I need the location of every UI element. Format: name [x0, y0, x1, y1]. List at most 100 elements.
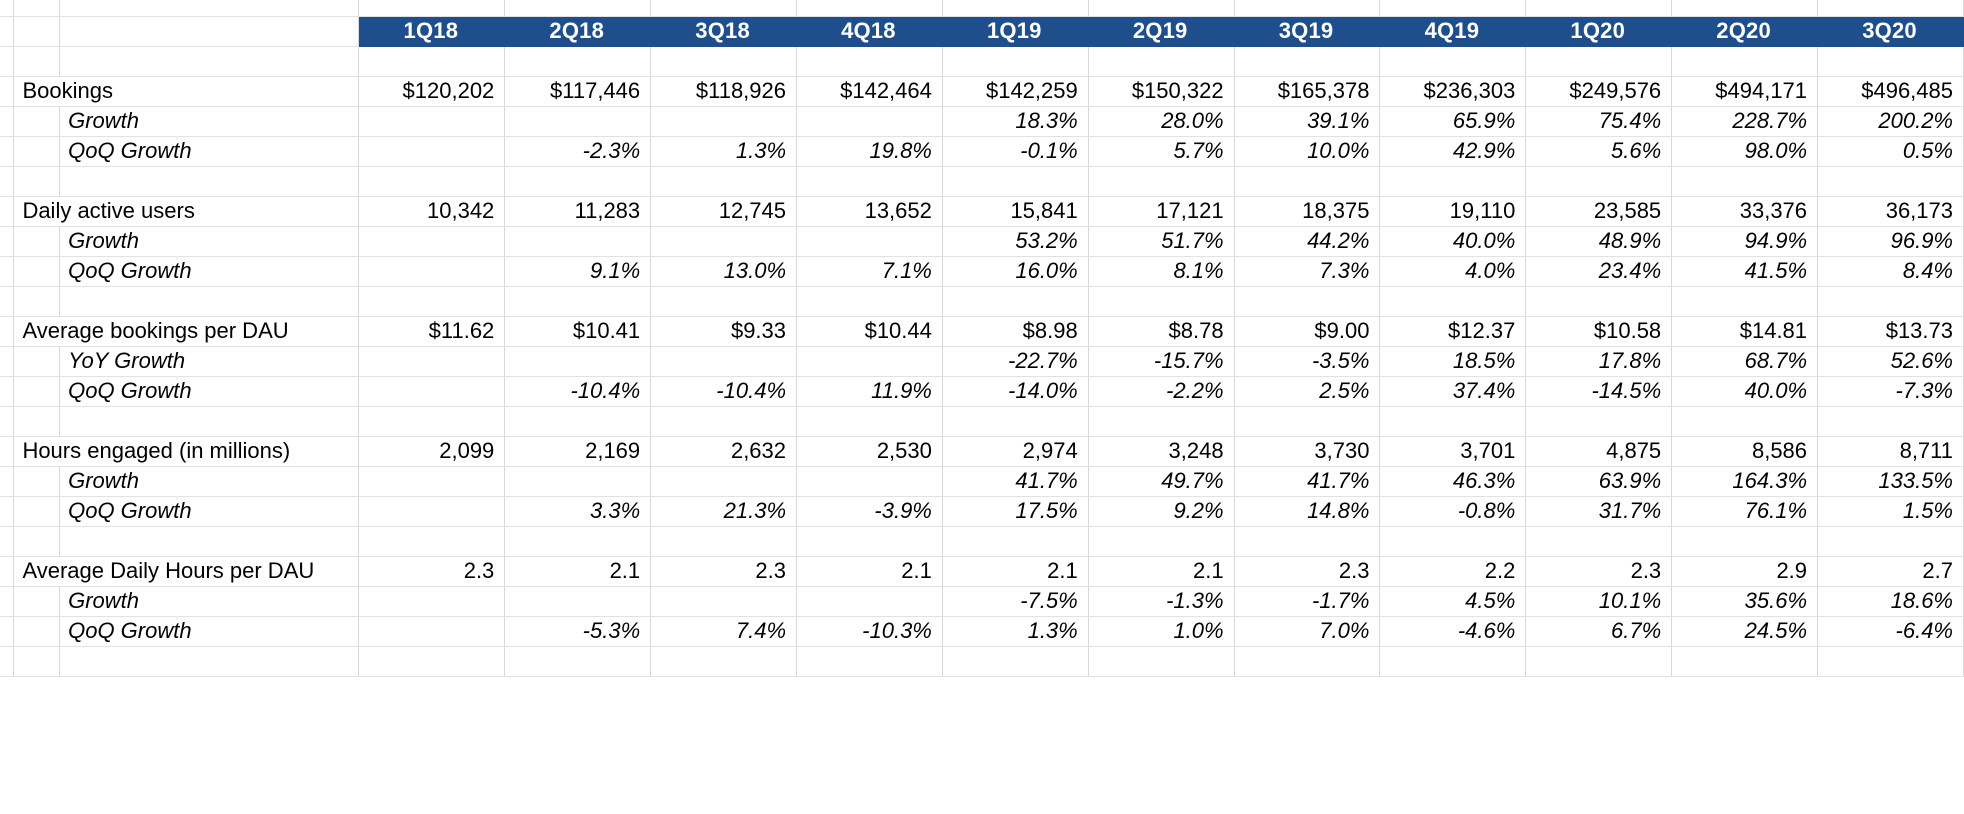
metric-sublabel-qoq-growth[interactable]: QoQ Growth [59, 496, 360, 527]
cell-average-daily-hours-per-dau-1q18[interactable]: 2.3 [358, 556, 506, 587]
spacer-label-cell[interactable] [59, 526, 360, 557]
cell-qoq-growth-3q18[interactable]: -10.4% [650, 376, 798, 407]
cell-growth-1q20[interactable]: 63.9% [1525, 466, 1673, 497]
cell-qoq-growth-3q18[interactable]: 21.3% [650, 496, 798, 527]
cell-yoy-growth-3q20[interactable]: 52.6% [1817, 346, 1964, 377]
cell-qoq-growth-4q19[interactable]: 37.4% [1379, 376, 1527, 407]
cell-growth-2q20[interactable]: 164.3% [1671, 466, 1819, 497]
spacer-cell[interactable] [358, 406, 506, 437]
metric-sublabel-qoq-growth[interactable]: QoQ Growth [59, 256, 360, 287]
cell-average-bookings-per-dau-3q20[interactable]: $13.73 [1817, 316, 1964, 347]
cell-growth-4q19[interactable]: 4.5% [1379, 586, 1527, 617]
spacer-cell[interactable] [942, 46, 1089, 77]
cell-bookings-4q18[interactable]: $142,464 [796, 76, 943, 107]
cell-qoq-growth-1q18[interactable] [358, 496, 506, 527]
spacer-cell[interactable] [504, 526, 652, 557]
spacer-cell[interactable] [504, 646, 652, 677]
cell-growth-4q18[interactable] [796, 586, 943, 617]
cell-qoq-growth-3q18[interactable]: 13.0% [650, 256, 798, 287]
cell-average-bookings-per-dau-1q20[interactable]: $10.58 [1525, 316, 1673, 347]
spacer-cell[interactable] [1088, 406, 1235, 437]
cell-qoq-growth-1q19[interactable]: 17.5% [942, 496, 1089, 527]
cell-qoq-growth-3q18[interactable]: 1.3% [650, 136, 798, 167]
cell-qoq-growth-1q18[interactable] [358, 376, 506, 407]
cell-qoq-growth-4q18[interactable]: -10.3% [796, 616, 943, 647]
cell-yoy-growth-4q19[interactable]: 18.5% [1379, 346, 1527, 377]
spacer-cell[interactable] [1088, 526, 1235, 557]
cell-hours-engaged-in-millions-3q18[interactable]: 2,632 [650, 436, 798, 467]
cell-qoq-growth-2q18[interactable]: 9.1% [504, 256, 652, 287]
cell-average-bookings-per-dau-2q20[interactable]: $14.81 [1671, 316, 1819, 347]
column-header-2q20[interactable]: 2Q20 [1671, 16, 1819, 47]
cell-hours-engaged-in-millions-2q20[interactable]: 8,586 [1671, 436, 1819, 467]
metric-sublabel-growth[interactable]: Growth [59, 226, 360, 257]
cell-average-bookings-per-dau-4q18[interactable]: $10.44 [796, 316, 943, 347]
cell-daily-active-users-4q19[interactable]: 19,110 [1379, 196, 1527, 227]
cell-bookings-1q20[interactable]: $249,576 [1525, 76, 1673, 107]
spacer-cell[interactable] [1525, 646, 1673, 677]
spacer-cell[interactable] [504, 406, 652, 437]
spacer-cell[interactable] [1525, 406, 1673, 437]
column-header-4q19[interactable]: 4Q19 [1379, 16, 1527, 47]
metric-sublabel-qoq-growth[interactable]: QoQ Growth [59, 616, 360, 647]
cell-growth-1q20[interactable]: 10.1% [1525, 586, 1673, 617]
cell-daily-active-users-2q18[interactable]: 11,283 [504, 196, 652, 227]
cell-average-daily-hours-per-dau-4q18[interactable]: 2.1 [796, 556, 943, 587]
spacer-cell[interactable] [1379, 526, 1527, 557]
cell-daily-active-users-3q19[interactable]: 18,375 [1234, 196, 1381, 227]
cell-growth-2q19[interactable]: 28.0% [1088, 106, 1235, 137]
spacer-cell[interactable] [1088, 286, 1235, 317]
cell-growth-3q18[interactable] [650, 226, 798, 257]
cell-qoq-growth-3q20[interactable]: 8.4% [1817, 256, 1964, 287]
cell-qoq-growth-1q19[interactable]: 1.3% [942, 616, 1089, 647]
cell-qoq-growth-2q20[interactable]: 41.5% [1671, 256, 1819, 287]
cell-growth-1q20[interactable]: 48.9% [1525, 226, 1673, 257]
spacer-cell[interactable] [1379, 406, 1527, 437]
cell-qoq-growth-2q20[interactable]: 40.0% [1671, 376, 1819, 407]
cell-growth-3q19[interactable]: 41.7% [1234, 466, 1381, 497]
cell-daily-active-users-3q18[interactable]: 12,745 [650, 196, 798, 227]
cell-average-bookings-per-dau-3q19[interactable]: $9.00 [1234, 316, 1381, 347]
metric-label-average-daily-hours-per-dau[interactable]: Average Daily Hours per DAU [13, 556, 360, 587]
cell-growth-2q19[interactable]: 51.7% [1088, 226, 1235, 257]
cell-qoq-growth-1q19[interactable]: 16.0% [942, 256, 1089, 287]
cell-average-bookings-per-dau-2q18[interactable]: $10.41 [504, 316, 652, 347]
cell-qoq-growth-1q20[interactable]: 6.7% [1525, 616, 1673, 647]
cell-qoq-growth-4q18[interactable]: 11.9% [796, 376, 943, 407]
metric-sublabel-qoq-growth[interactable]: QoQ Growth [59, 376, 360, 407]
cell-yoy-growth-3q19[interactable]: -3.5% [1234, 346, 1381, 377]
spacer-cell[interactable] [1817, 646, 1964, 677]
cell-bookings-2q19[interactable]: $150,322 [1088, 76, 1235, 107]
cell-qoq-growth-2q19[interactable]: 8.1% [1088, 256, 1235, 287]
spacer-cell[interactable] [358, 286, 506, 317]
spacer-cell[interactable] [1671, 286, 1819, 317]
spacer-label-cell[interactable] [59, 406, 360, 437]
column-header-1q20[interactable]: 1Q20 [1525, 16, 1673, 47]
cell-qoq-growth-3q19[interactable]: 10.0% [1234, 136, 1381, 167]
spacer-cell[interactable] [358, 166, 506, 197]
spacer-cell[interactable] [796, 166, 943, 197]
cell-growth-3q19[interactable]: 44.2% [1234, 226, 1381, 257]
column-header-3q19[interactable]: 3Q19 [1234, 16, 1381, 47]
cell-growth-3q18[interactable] [650, 586, 798, 617]
spacer-cell[interactable] [650, 166, 798, 197]
spacer-label-cell[interactable] [59, 46, 360, 77]
cell-qoq-growth-4q18[interactable]: 19.8% [796, 136, 943, 167]
spacer-cell[interactable] [1525, 286, 1673, 317]
cell-daily-active-users-1q19[interactable]: 15,841 [942, 196, 1089, 227]
cell-hours-engaged-in-millions-4q19[interactable]: 3,701 [1379, 436, 1527, 467]
metric-label-average-bookings-per-dau[interactable]: Average bookings per DAU [13, 316, 360, 347]
cell-daily-active-users-2q19[interactable]: 17,121 [1088, 196, 1235, 227]
spacer-cell[interactable] [358, 526, 506, 557]
cell-bookings-3q20[interactable]: $496,485 [1817, 76, 1964, 107]
cell-growth-2q18[interactable] [504, 466, 652, 497]
cell-qoq-growth-4q19[interactable]: -0.8% [1379, 496, 1527, 527]
spacer-cell[interactable] [1234, 406, 1381, 437]
cell-average-daily-hours-per-dau-1q19[interactable]: 2.1 [942, 556, 1089, 587]
cell-growth-1q18[interactable] [358, 586, 506, 617]
cell-growth-1q19[interactable]: -7.5% [942, 586, 1089, 617]
spacer-cell[interactable] [1379, 46, 1527, 77]
spacer-cell[interactable] [1671, 406, 1819, 437]
column-header-1q19[interactable]: 1Q19 [942, 16, 1089, 47]
spacer-cell[interactable] [796, 526, 943, 557]
